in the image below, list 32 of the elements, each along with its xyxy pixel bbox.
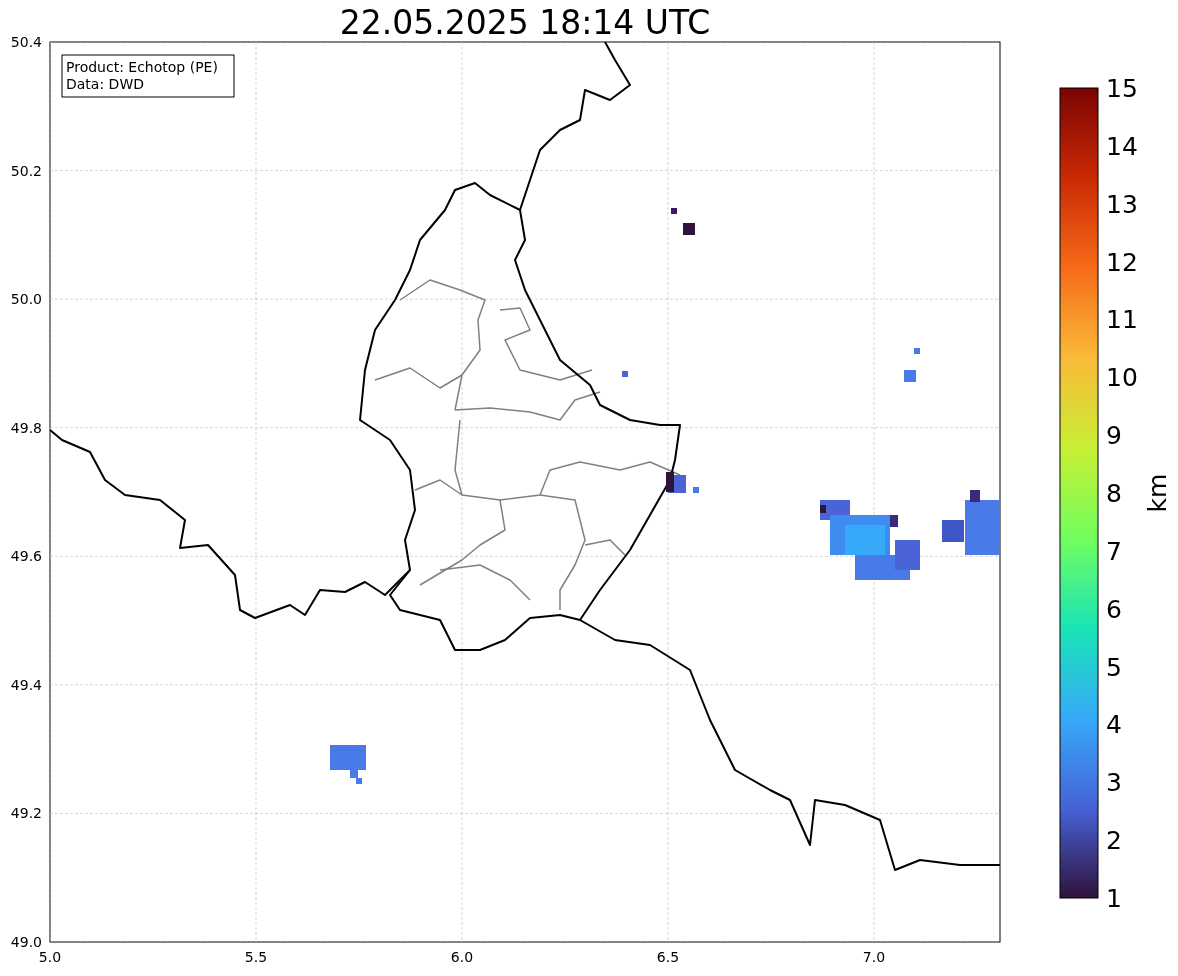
colorbar-tick-label: 8 bbox=[1106, 479, 1122, 508]
legend-text: Data: DWD bbox=[66, 76, 144, 92]
legend-text: Product: Echotop (PE) bbox=[66, 59, 218, 75]
y-tick-label: 50.0 bbox=[10, 291, 42, 308]
colorbar-tick-label: 7 bbox=[1106, 536, 1122, 566]
y-tick-label: 49.6 bbox=[10, 548, 42, 565]
colorbar-tick-label: 9 bbox=[1106, 421, 1122, 451]
y-tick-label: 49.8 bbox=[10, 419, 42, 436]
x-tick-label: 7.0 bbox=[862, 949, 886, 965]
colorbar-tick-label: 4 bbox=[1106, 710, 1122, 740]
colorbar-tick-label: 2 bbox=[1106, 826, 1122, 856]
x-tick-label: 6.5 bbox=[656, 949, 680, 965]
colorbar-tick-label: 13 bbox=[1106, 189, 1138, 219]
x-tick-label: 5.0 bbox=[38, 949, 62, 965]
y-tick-label: 50.2 bbox=[10, 162, 42, 179]
colorbar-tick-label: 1 bbox=[1106, 884, 1122, 913]
colorbar-tick-label: 11 bbox=[1106, 305, 1138, 335]
y-tick-label: 49.4 bbox=[10, 676, 42, 693]
chart-title: 22.05.2025 18:14 UTC bbox=[339, 3, 711, 42]
colorbar-tick-label: 12 bbox=[1106, 247, 1138, 277]
y-tick-label: 49.2 bbox=[10, 805, 42, 822]
colorbar-tick-label: 10 bbox=[1106, 363, 1138, 393]
colorbar-tick-label: 5 bbox=[1106, 652, 1122, 682]
colorbar-tick-label: 6 bbox=[1106, 594, 1122, 624]
colorbar-tick-label: 3 bbox=[1106, 768, 1122, 798]
colorbar-tick-label: 15 bbox=[1106, 74, 1138, 103]
colorbar-tick-label: 14 bbox=[1106, 131, 1138, 161]
y-tick-label: 50.4 bbox=[10, 34, 42, 50]
x-tick-label: 5.5 bbox=[244, 949, 268, 965]
y-tick-label: 49.0 bbox=[10, 934, 42, 950]
colorbar-label: km bbox=[1143, 473, 1172, 513]
x-tick-label: 6.0 bbox=[450, 949, 474, 965]
